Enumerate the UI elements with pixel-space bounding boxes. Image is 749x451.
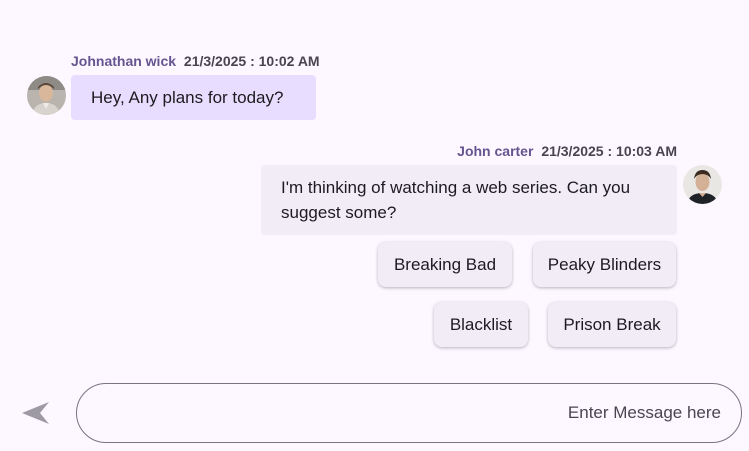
message-input[interactable] (77, 384, 741, 442)
message-timestamp: 21/3/2025 : 10:02 AM (183, 53, 320, 69)
send-arrow-icon (22, 402, 49, 424)
suggestion-chip[interactable]: Breaking Bad (378, 242, 512, 287)
suggestion-chip[interactable]: Prison Break (548, 302, 676, 347)
message-header: Johnathan wick 21/3/2025 : 10:02 AM (71, 52, 320, 70)
suggestion-chip[interactable]: Blacklist (434, 302, 528, 347)
avatar[interactable] (27, 76, 66, 115)
message-timestamp: 21/3/2025 : 10:03 AM (541, 143, 677, 159)
message-header: John carter 21/3/2025 : 10:03 AM (457, 142, 677, 160)
chat-screen: Johnathan wick 21/3/2025 : 10:02 AM Hey,… (0, 0, 749, 451)
suggestion-chip[interactable]: Peaky Blinders (533, 242, 676, 287)
send-button[interactable] (20, 398, 52, 428)
sender-name: John carter (457, 143, 534, 159)
message-bubble-outgoing: I'm thinking of watching a web series. C… (261, 165, 677, 235)
message-bubble-incoming: Hey, Any plans for today? (71, 75, 316, 120)
sender-name: Johnathan wick (71, 53, 177, 69)
message-input-container (76, 383, 742, 443)
avatar[interactable] (683, 165, 722, 204)
